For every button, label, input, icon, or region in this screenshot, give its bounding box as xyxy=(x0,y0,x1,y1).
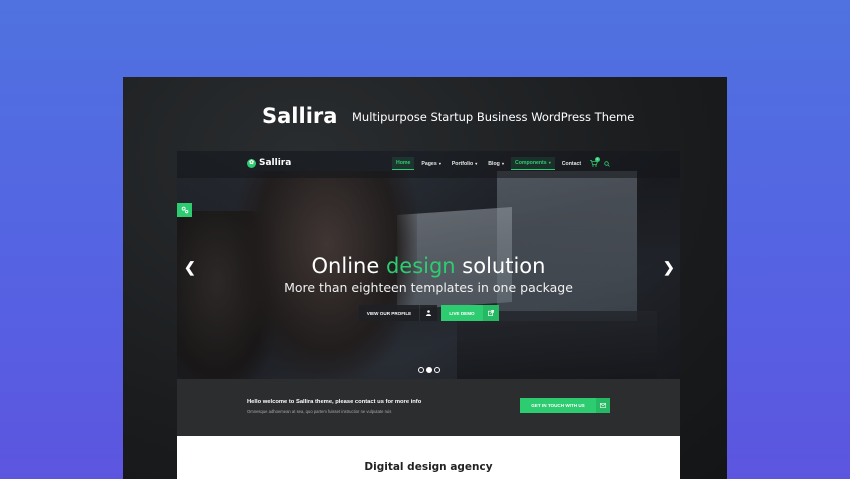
main-menu: Home Pages ▾ Portfolio ▾ Blog ▾ Componen… xyxy=(392,157,588,170)
cart-count-badge: 0 xyxy=(595,157,600,162)
envelope-icon xyxy=(596,398,610,413)
nav-item-pages[interactable]: Pages ▾ xyxy=(417,158,444,170)
contact-banner: Hello welcome to Sallira theme, please c… xyxy=(177,379,680,436)
theme-preview-frame: Sallira Multipurpose Startup Business Wo… xyxy=(123,77,727,479)
view-profile-button[interactable]: VIEW OUR PROFILE xyxy=(359,305,437,321)
nav-item-blog[interactable]: Blog ▾ xyxy=(484,158,508,170)
slider-dot-active[interactable] xyxy=(426,367,432,373)
hero-slider: ❮ ❯ Online design solution More than eig… xyxy=(177,151,680,391)
hero-title: Online design solution xyxy=(311,254,546,278)
website-screenshot: ❮ ❯ Online design solution More than eig… xyxy=(177,151,680,479)
content-section: Digital design agency xyxy=(177,436,680,479)
site-navbar: ✿ Sallira Home Pages ▾ Portfolio ▾ Blog … xyxy=(177,151,680,178)
caret-down-icon: ▾ xyxy=(547,160,551,165)
theme-tagline: Multipurpose Startup Business WordPress … xyxy=(352,110,635,124)
caret-down-icon: ▾ xyxy=(437,160,441,166)
get-in-touch-button[interactable]: GET IN TOUCH WITH US xyxy=(520,398,610,413)
external-link-icon xyxy=(483,305,499,321)
nav-item-home[interactable]: Home xyxy=(392,157,415,170)
gears-icon xyxy=(181,206,188,214)
nav-item-portfolio[interactable]: Portfolio ▾ xyxy=(448,158,481,170)
slider-dot[interactable] xyxy=(434,367,440,373)
settings-widget[interactable] xyxy=(177,203,192,217)
live-demo-button[interactable]: LIVE DEMO xyxy=(441,305,499,321)
site-logo[interactable]: ✿ Sallira xyxy=(247,158,291,168)
banner-text: Omnesque adhoemean at sea, quo partem fu… xyxy=(247,409,392,414)
caret-down-icon: ▾ xyxy=(474,160,478,166)
nav-item-contact[interactable]: Contact xyxy=(558,158,585,170)
caret-down-icon: ▾ xyxy=(500,160,504,166)
hero-subtitle: More than eighteen templates in one pack… xyxy=(284,280,573,295)
hero-title-accent: design xyxy=(385,254,456,278)
search-icon[interactable] xyxy=(604,161,610,167)
user-icon xyxy=(419,305,437,321)
banner-title: Hello welcome to Sallira theme, please c… xyxy=(247,399,422,405)
slider-pagination xyxy=(418,367,440,373)
nav-item-components[interactable]: Components ▾ xyxy=(510,157,555,170)
slider-dot[interactable] xyxy=(418,367,424,373)
section-title: Digital design agency xyxy=(364,461,493,473)
leaf-icon: ✿ xyxy=(247,158,256,168)
theme-name: Sallira xyxy=(262,104,338,128)
